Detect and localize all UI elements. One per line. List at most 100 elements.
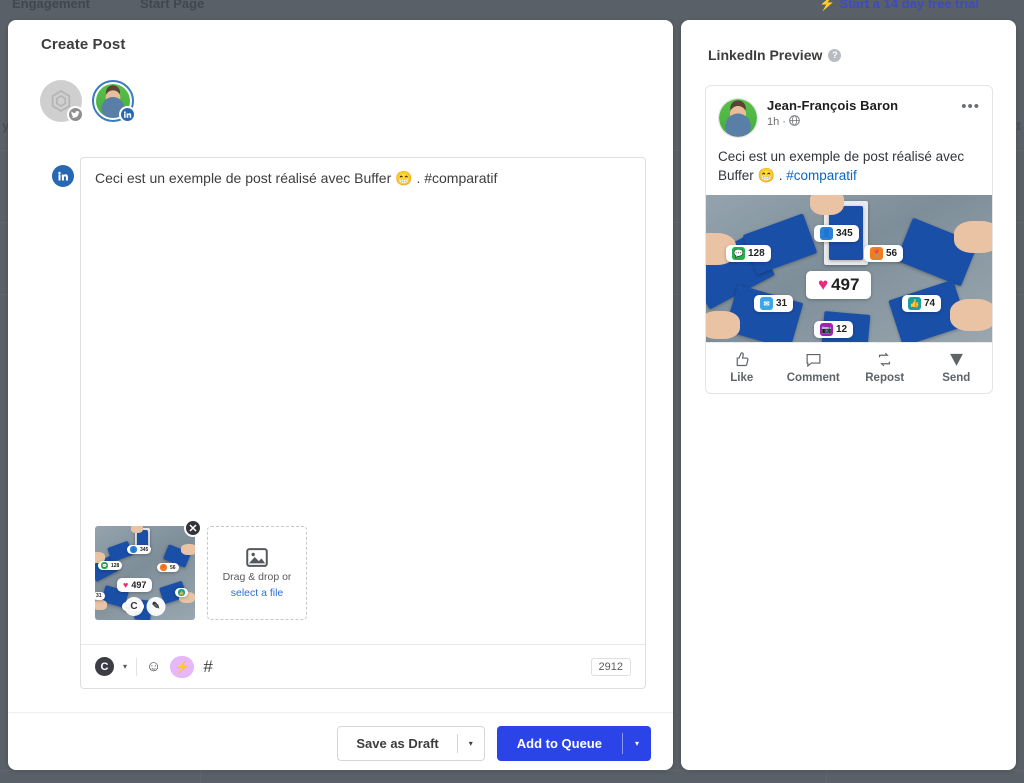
heart-icon: ♥ — [818, 275, 829, 294]
post-editor[interactable]: Ceci est un exemple de post réalisé avec… — [80, 157, 646, 689]
like-label: Like — [730, 372, 754, 384]
preview-author-name: Jean-François Baron — [767, 98, 899, 113]
preview-post-meta: 1h · — [767, 115, 961, 129]
crop-tool-icon[interactable]: C — [124, 597, 144, 616]
preview-post-image: 👤 345 💬 128 📍 56 ♥ 497 ✉ 31 👍 74 📷 12 — [706, 195, 992, 342]
comment-label: Comment — [786, 372, 840, 384]
person-icon: 👤 — [820, 227, 833, 240]
background-navbar: Engagement Start Page ⚡ Start a 14 day fr… — [0, 0, 1024, 14]
preview-title: LinkedIn Preview ? — [708, 47, 842, 63]
globe-icon — [789, 115, 800, 129]
pin-icon: 📍 — [870, 247, 883, 260]
image-icon — [246, 547, 268, 567]
linkedin-icon — [52, 165, 74, 187]
select-file-link[interactable]: select a file — [231, 587, 284, 599]
badge-value: 31 — [96, 593, 102, 599]
preview-post: Jean-François Baron 1h · ••• Ceci est un… — [705, 85, 993, 394]
like-action[interactable]: Like — [706, 351, 778, 384]
post-text-part2: . #comparatif — [412, 170, 498, 186]
media-thumbnail[interactable]: ✕ 👤 345 💬 128 📍 56 ♥ 497 31 👍 C ✎ — [95, 519, 202, 620]
trial-cta[interactable]: ⚡ Start a 14 day free trial — [819, 0, 979, 12]
hashtag-icon[interactable]: # — [203, 657, 212, 677]
background-col-1 — [200, 770, 201, 783]
background-col-2 — [826, 770, 827, 783]
chat-icon: 💬 — [101, 562, 108, 569]
badge-value: 56 — [886, 248, 898, 259]
thumbnail-tools: C ✎ — [124, 597, 166, 616]
repost-action[interactable]: Repost — [849, 351, 921, 384]
more-options-icon[interactable]: ••• — [961, 98, 980, 114]
preview-title-label: LinkedIn Preview — [708, 47, 823, 63]
preview-timestamp: 1h — [767, 116, 780, 128]
preview-author-meta: Jean-François Baron 1h · — [767, 98, 961, 129]
add-to-queue-label[interactable]: Add to Queue — [497, 726, 622, 761]
badge-value: 74 — [924, 298, 936, 309]
editor-toolbar: C ▾ ☺ ⚡ # 2912 — [81, 644, 645, 688]
badge-value: 31 — [776, 298, 788, 309]
preview-post-text: Ceci est un exemple de post réalisé avec… — [706, 138, 992, 195]
create-post-card: Create Post Ceci est un exemple de post … — [8, 20, 673, 770]
repost-label: Repost — [865, 372, 905, 384]
thumbs-up-icon — [736, 352, 749, 367]
send-action[interactable]: Send — [921, 351, 993, 384]
emoji-icon[interactable]: ☺ — [146, 658, 161, 675]
chat-icon: 💬 — [732, 247, 745, 260]
mail-icon: ✉ — [760, 297, 773, 310]
bolt-icon: ⚡ — [819, 0, 836, 11]
linkedin-preview-card: LinkedIn Preview ? Jean-François Baron 1… — [681, 20, 1016, 770]
preview-hashtag-link[interactable]: #comparatif — [786, 168, 857, 183]
twitter-icon — [67, 106, 84, 123]
post-text[interactable]: Ceci est un exemple de post réalisé avec… — [95, 168, 633, 188]
page-title: Create Post — [41, 36, 126, 53]
badge-value: 497 — [831, 275, 860, 294]
nav-item-engagement[interactable]: Engagement — [12, 0, 90, 11]
profile-photo — [719, 99, 757, 137]
comment-action[interactable]: Comment — [778, 351, 850, 384]
badge-value: 345 — [140, 546, 149, 553]
account-avatar-linkedin[interactable] — [92, 80, 136, 123]
badge-value: 128 — [111, 562, 120, 569]
account-selector — [40, 80, 136, 123]
chevron-down-icon[interactable]: ▾ — [123, 662, 127, 671]
emoji-grin-icon: 😁 — [395, 170, 413, 186]
add-to-queue-button[interactable]: Add to Queue ▾ — [496, 726, 651, 761]
footer-actions: Save as Draft ▾ Add to Queue ▾ — [337, 726, 651, 761]
repost-icon — [879, 352, 891, 367]
help-icon[interactable]: ? — [828, 48, 842, 62]
ai-bolt-icon[interactable]: ⚡ — [170, 655, 195, 678]
background-rule-4 — [0, 770, 1024, 771]
close-icon[interactable]: ✕ — [184, 519, 202, 537]
badge-value: 56 — [170, 564, 176, 571]
dropzone-line1: Drag & drop or — [222, 570, 292, 583]
post-text-part1: Ceci est un exemple de post réalisé avec… — [95, 170, 396, 186]
footer-divider — [8, 712, 673, 713]
pin-icon: 📍 — [160, 564, 167, 571]
character-count: 2912 — [590, 657, 631, 676]
preview-engagement-bar: Like Comment Repost Send — [706, 342, 992, 393]
send-label: Send — [942, 372, 971, 384]
account-avatar-twitter[interactable] — [40, 80, 84, 123]
comment-icon — [806, 353, 821, 368]
linkedin-icon — [119, 106, 136, 123]
save-as-draft-chevron-down-icon[interactable]: ▾ — [458, 727, 484, 760]
edit-tool-icon[interactable]: ✎ — [146, 597, 166, 616]
badge-value: 128 — [748, 248, 765, 259]
nav-item-start-page[interactable]: Start Page — [140, 0, 204, 11]
person-icon: 👤 — [130, 546, 137, 553]
app-page: Engagement Start Page ⚡ Start a 14 day fr… — [0, 0, 1024, 783]
send-icon — [949, 353, 963, 366]
thumbs-up-icon: 👍 — [178, 589, 185, 596]
meta-separator: · — [782, 116, 786, 128]
save-as-draft-label[interactable]: Save as Draft — [338, 727, 456, 760]
preview-text-part2: . — [774, 168, 787, 183]
media-attachments: ✕ 👤 345 💬 128 📍 56 ♥ 497 31 👍 C ✎ Drag &… — [95, 519, 307, 620]
toolbar-divider — [136, 657, 138, 676]
dropzone[interactable]: Drag & drop or select a file — [207, 526, 307, 620]
preview-post-header: Jean-François Baron 1h · ••• — [706, 86, 992, 138]
thumbs-up-icon: 👍 — [908, 297, 921, 310]
save-as-draft-button[interactable]: Save as Draft ▾ — [337, 726, 485, 761]
badge-value: 497 — [131, 580, 147, 590]
customize-icon[interactable]: C — [95, 657, 114, 676]
badge-value: 12 — [836, 324, 848, 335]
add-to-queue-chevron-down-icon[interactable]: ▾ — [623, 726, 651, 761]
